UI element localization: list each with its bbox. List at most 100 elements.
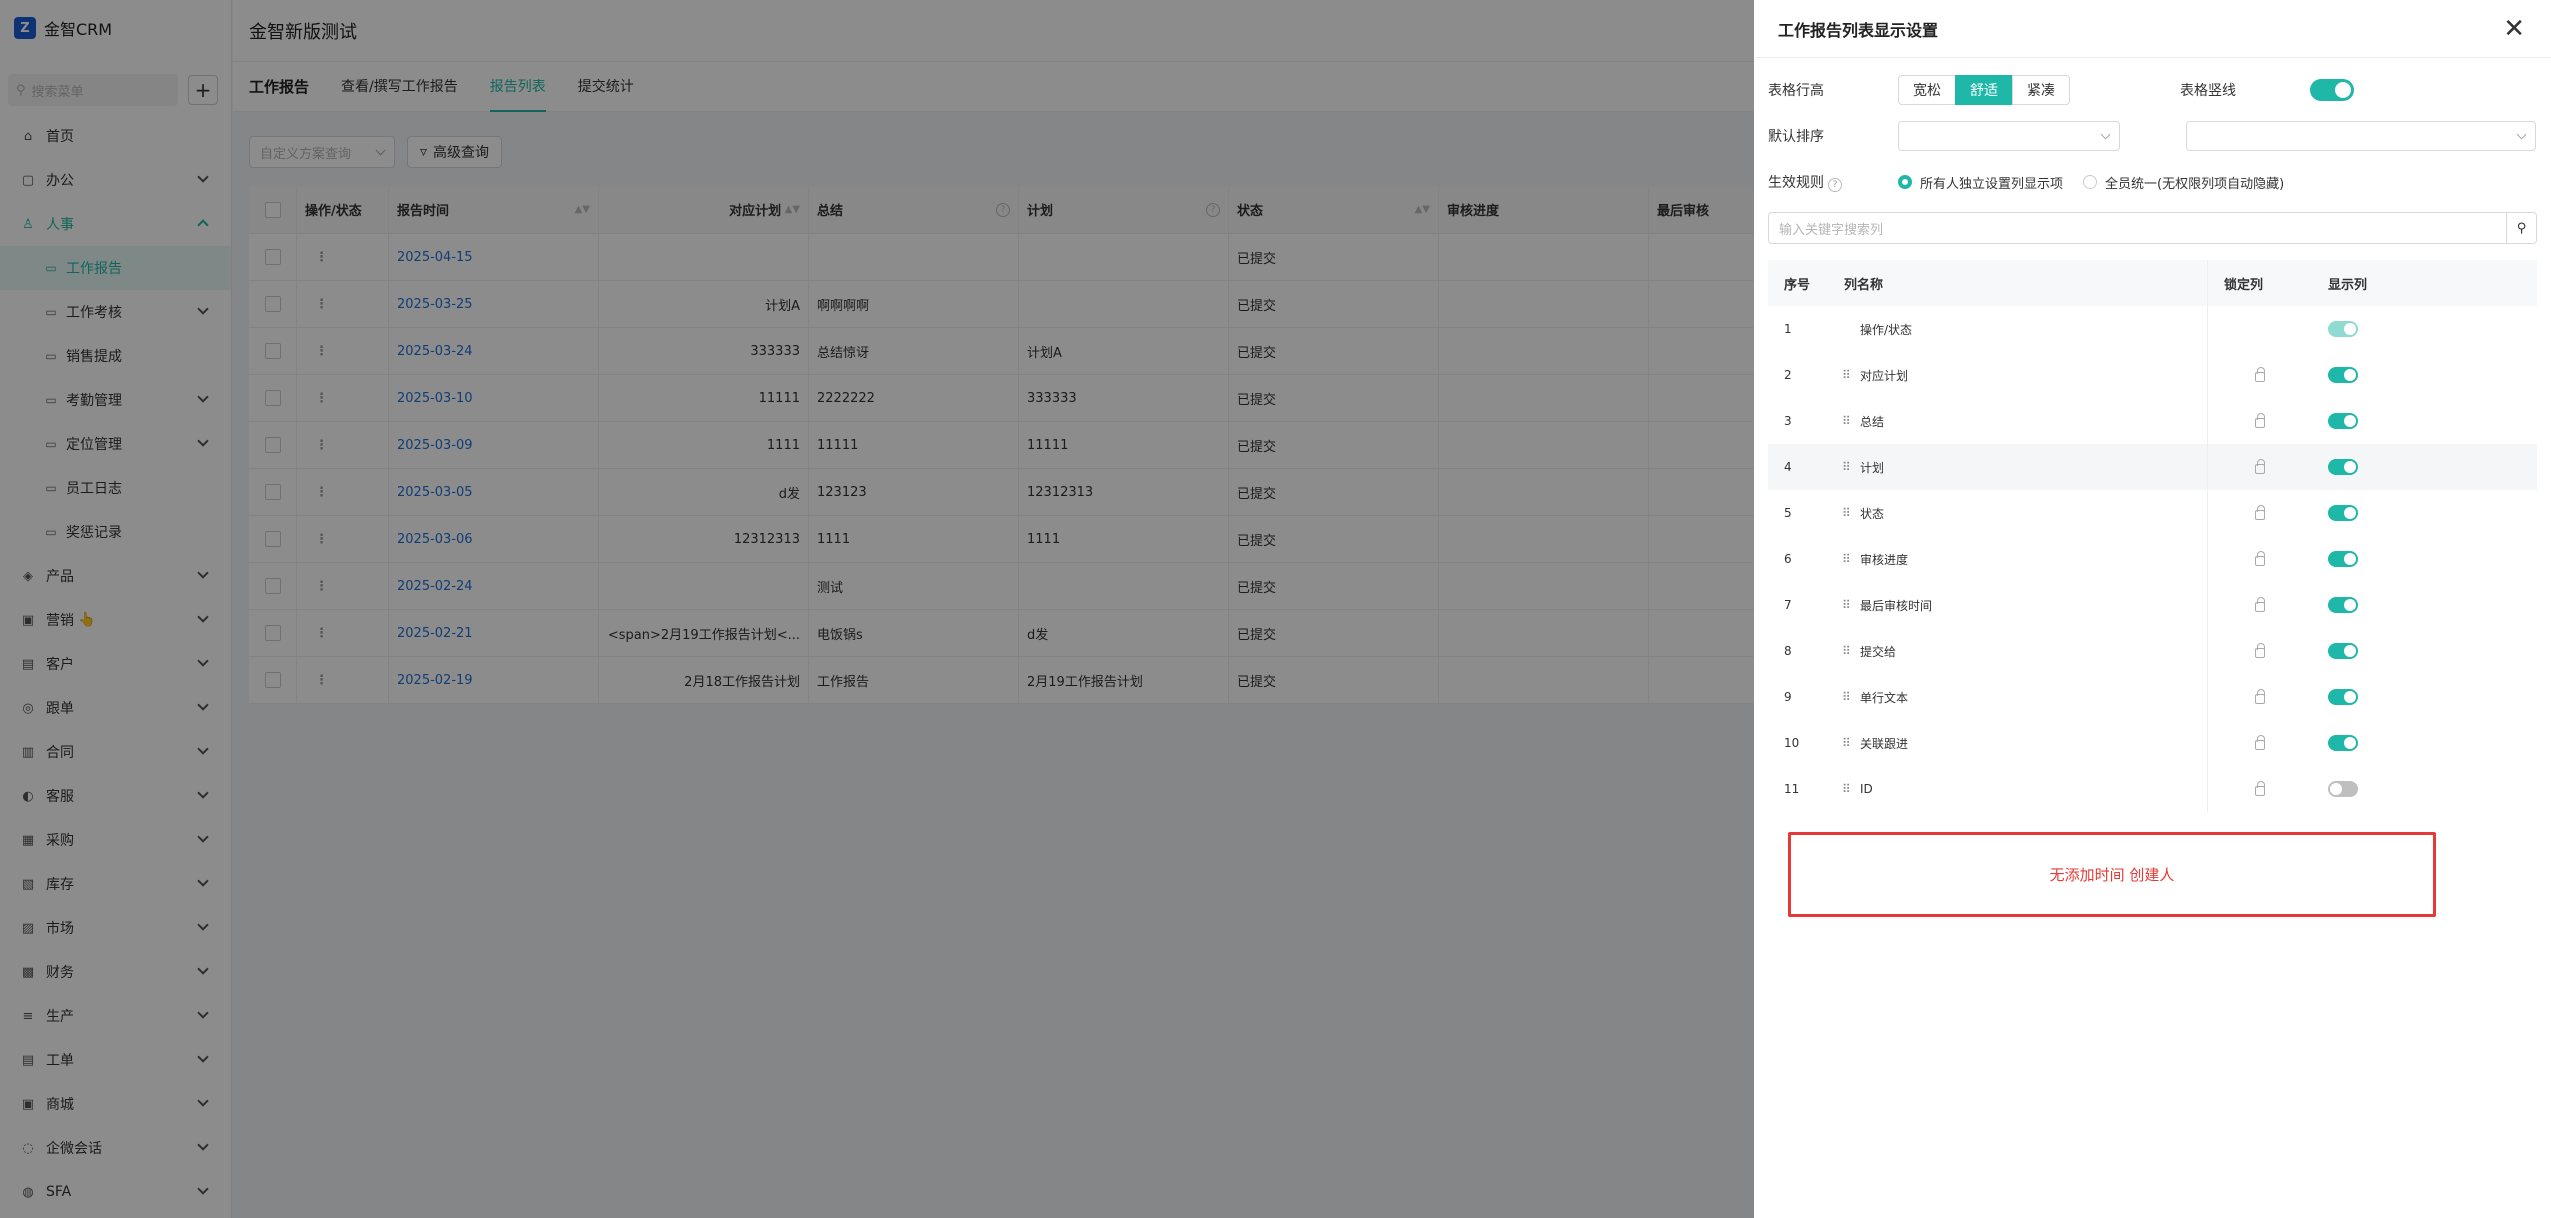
- drag-handle-icon[interactable]: ⠿: [1842, 782, 1852, 796]
- column-search: 输入关键字搜索列 ⚲: [1768, 212, 2537, 244]
- drag-handle-icon[interactable]: ⠿: [1842, 414, 1852, 428]
- drag-handle-icon[interactable]: ⠿: [1842, 690, 1852, 704]
- annotation-box: 无添加时间 创建人: [1788, 832, 2436, 917]
- col-show-header: 显示列: [2328, 277, 2368, 293]
- close-icon[interactable]: ✕: [2503, 16, 2525, 42]
- row-height-segmented: 宽松 舒适 紧凑: [1898, 75, 2070, 105]
- show-column-toggle[interactable]: [2328, 689, 2358, 705]
- show-column-toggle: [2328, 321, 2358, 337]
- column-lock-cell: [2208, 781, 2312, 796]
- radio-unified[interactable]: [2083, 175, 2098, 189]
- column-name-cell: ⠿ 总结: [1828, 398, 2208, 444]
- column-setting-row: 8 ⠿ 提交给: [1768, 628, 2537, 674]
- column-no: 8: [1784, 644, 1792, 658]
- show-column-toggle[interactable]: [2328, 781, 2358, 797]
- rule-label-text: 生效规则: [1768, 175, 1824, 191]
- column-name-cell: ⠿ 提交给: [1828, 628, 2208, 674]
- column-no: 6: [1784, 552, 1792, 566]
- lock-icon[interactable]: [2255, 367, 2265, 382]
- lock-icon[interactable]: [2255, 597, 2265, 612]
- column-name-cell: ⠿ ID: [1828, 766, 2208, 812]
- search-icon[interactable]: ⚲: [2507, 212, 2537, 244]
- column-name: 计划: [1860, 460, 1885, 475]
- lock-icon[interactable]: [2255, 643, 2265, 658]
- drag-handle-icon[interactable]: ⠿: [1842, 736, 1852, 750]
- column-lock-cell: [2208, 597, 2312, 612]
- vertical-lines-toggle[interactable]: [2310, 79, 2354, 101]
- row-height-comfortable[interactable]: 舒适: [1955, 75, 2013, 105]
- column-no: 1: [1784, 322, 1792, 336]
- show-column-toggle[interactable]: [2328, 551, 2358, 567]
- column-name-cell: ⠿ 状态: [1828, 490, 2208, 536]
- column-lock-cell: [2208, 459, 2312, 474]
- show-column-toggle[interactable]: [2328, 735, 2358, 751]
- sort-field-select[interactable]: [1898, 121, 2120, 151]
- radio-independent[interactable]: [1898, 175, 1912, 189]
- show-column-toggle[interactable]: [2328, 413, 2358, 429]
- lock-icon[interactable]: [2255, 689, 2265, 704]
- column-setting-row: 9 ⠿ 单行文本: [1768, 674, 2537, 720]
- show-column-toggle[interactable]: [2328, 505, 2358, 521]
- column-name: 状态: [1860, 506, 1885, 521]
- column-no: 9: [1784, 690, 1792, 704]
- show-column-toggle[interactable]: [2328, 367, 2358, 383]
- column-search-input[interactable]: 输入关键字搜索列: [1768, 212, 2507, 244]
- sort-order-select[interactable]: [2186, 121, 2536, 151]
- column-show-cell: [2312, 551, 2392, 567]
- radio-unified-label[interactable]: 全员统一(无权限列项自动隐藏): [2105, 173, 2284, 192]
- column-lock-cell: [2208, 735, 2312, 750]
- column-show-cell: [2312, 597, 2392, 613]
- lock-icon[interactable]: [2255, 781, 2265, 796]
- column-lock-cell: [2208, 413, 2312, 428]
- drag-handle-icon[interactable]: ⠿: [1842, 598, 1852, 612]
- column-settings-table: 序号 列名称 锁定列 显示列 1 操作/状态 2 ⠿ 对应计划 3 ⠿ 总结 4 ⠿ 计划 5 ⠿ 状态 6…: [1768, 260, 2537, 812]
- column-show-cell: [2312, 321, 2392, 337]
- column-show-cell: [2312, 413, 2392, 429]
- show-column-toggle[interactable]: [2328, 597, 2358, 613]
- rule-label: 生效规则?: [1768, 172, 1898, 192]
- row-height-label: 表格行高: [1768, 83, 1824, 99]
- column-name: 单行文本: [1860, 690, 1909, 705]
- column-show-cell: [2312, 459, 2392, 475]
- show-column-toggle[interactable]: [2328, 459, 2358, 475]
- column-name: 操作/状态: [1860, 322, 1913, 337]
- drag-handle-icon[interactable]: ⠿: [1842, 552, 1852, 566]
- column-setting-row: 4 ⠿ 计划: [1768, 444, 2537, 490]
- drag-handle-icon[interactable]: ⠿: [1842, 368, 1852, 382]
- row-height-compact[interactable]: 紧凑: [2012, 75, 2070, 105]
- lock-icon[interactable]: [2255, 551, 2265, 566]
- lock-icon[interactable]: [2255, 505, 2265, 520]
- column-name: 最后审核时间: [1860, 598, 1933, 613]
- modal-overlay[interactable]: [0, 0, 1754, 1218]
- column-lock-cell: [2208, 551, 2312, 566]
- row-height-loose[interactable]: 宽松: [1898, 75, 1956, 105]
- column-setting-row: 7 ⠿ 最后审核时间: [1768, 582, 2537, 628]
- column-lock-cell: [2208, 643, 2312, 658]
- column-name-cell: ⠿ 关联跟进: [1828, 720, 2208, 766]
- column-show-cell: [2312, 689, 2392, 705]
- column-no: 10: [1784, 736, 1800, 750]
- column-setting-row: 11 ⠿ ID: [1768, 766, 2537, 812]
- lock-icon[interactable]: [2255, 413, 2265, 428]
- drawer-body: 表格行高 宽松 舒适 紧凑 表格竖线 默认排序 生效规则? 所有人独立设置列显示…: [1754, 58, 2551, 812]
- drag-handle-icon[interactable]: ⠿: [1842, 644, 1852, 658]
- column-name-cell: ⠿ 计划: [1828, 444, 2208, 490]
- drag-handle-icon[interactable]: ⠿: [1842, 460, 1852, 474]
- lock-icon[interactable]: [2255, 735, 2265, 750]
- help-icon[interactable]: ?: [1828, 178, 1842, 192]
- column-show-cell: [2312, 781, 2392, 797]
- show-column-toggle[interactable]: [2328, 643, 2358, 659]
- column-show-cell: [2312, 735, 2392, 751]
- column-setting-row: 10 ⠿ 关联跟进: [1768, 720, 2537, 766]
- column-name: 审核进度: [1860, 552, 1909, 567]
- column-setting-row: 3 ⠿ 总结: [1768, 398, 2537, 444]
- radio-independent-label[interactable]: 所有人独立设置列显示项: [1920, 173, 2063, 192]
- drag-handle-icon[interactable]: ⠿: [1842, 506, 1852, 520]
- drawer-header: 工作报告列表显示设置 ✕: [1754, 0, 2551, 58]
- column-name: 关联跟进: [1860, 736, 1909, 751]
- column-no: 2: [1784, 368, 1792, 382]
- column-no: 3: [1784, 414, 1792, 428]
- column-setting-row: 6 ⠿ 审核进度: [1768, 536, 2537, 582]
- lock-icon[interactable]: [2255, 459, 2265, 474]
- column-settings-rows: 1 操作/状态 2 ⠿ 对应计划 3 ⠿ 总结 4 ⠿ 计划 5 ⠿ 状态 6 ⠿ 审核进度 7 ⠿ 最后审核时间 8 ⠿…: [1768, 306, 2537, 812]
